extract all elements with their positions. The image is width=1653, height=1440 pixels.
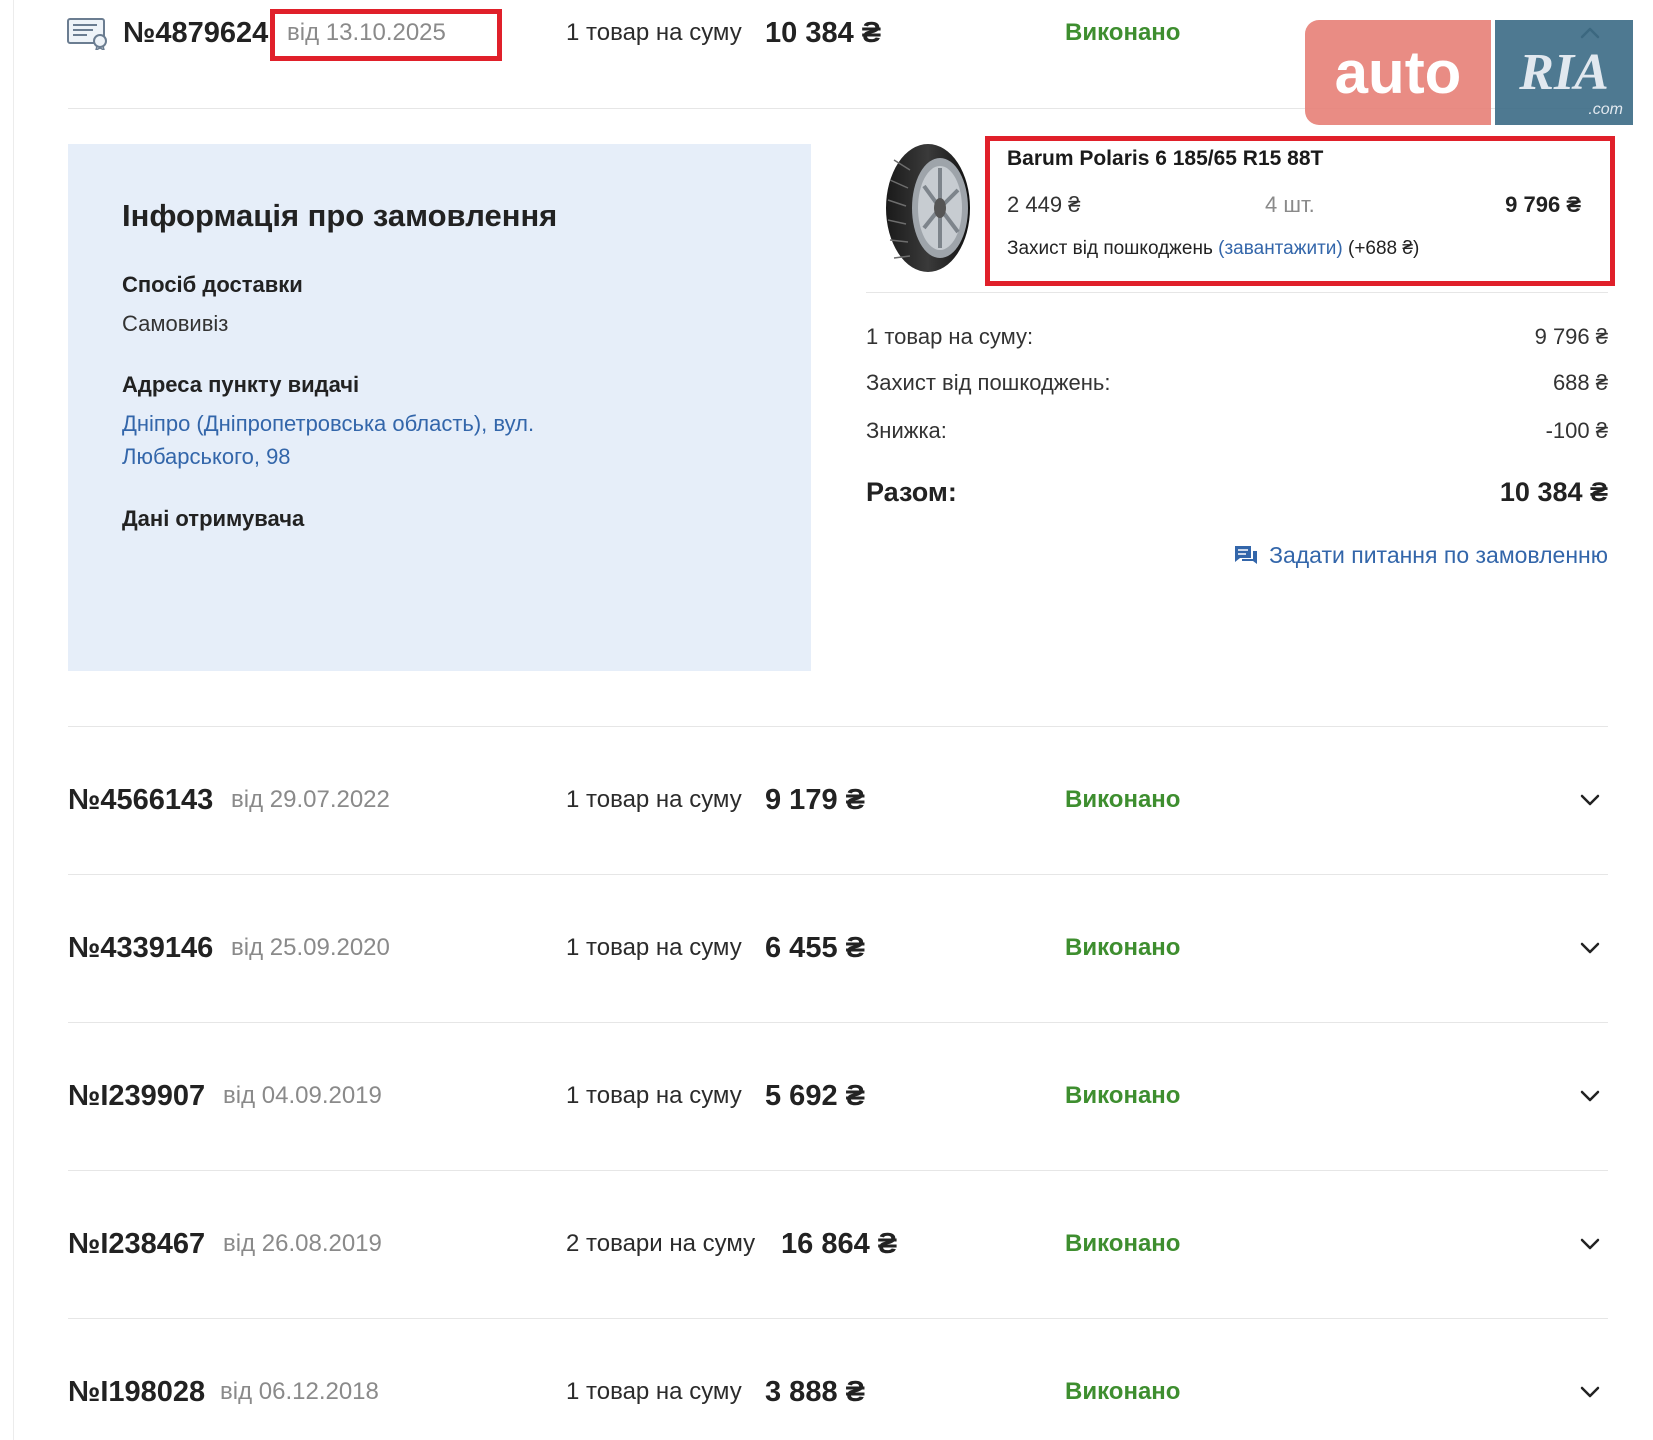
- order-sum: 5 692 ₴: [765, 1080, 865, 1112]
- date-highlight-box: [270, 9, 502, 61]
- order-date: від 26.08.2019: [223, 1230, 382, 1257]
- left-border: [13, 0, 14, 1440]
- divider: [68, 1170, 1608, 1171]
- order-count: 1 товар на суму: [566, 19, 742, 46]
- summary-protection-label: Захист від пошкоджень:: [866, 370, 1111, 395]
- order-date: від 25.09.2020: [231, 934, 390, 961]
- address-line-1: Дніпро (Дніпропетровська область), вул.: [122, 411, 535, 436]
- chevron-down-icon[interactable]: [1576, 786, 1604, 814]
- watermark-ria: RIA .com: [1495, 20, 1633, 125]
- order-sum: 10 384 ₴: [765, 17, 882, 49]
- chat-icon: [1235, 545, 1258, 564]
- order-sum: 6 455 ₴: [765, 932, 865, 964]
- order-status: Виконано: [1065, 786, 1181, 813]
- address-line-2: Любарського, 98: [122, 444, 291, 469]
- order-status: Виконано: [1065, 19, 1181, 46]
- order-sum: 3 888 ₴: [765, 1376, 865, 1408]
- order-status: Виконано: [1065, 1082, 1181, 1109]
- divider: [866, 292, 1608, 293]
- order-count: 1 товар на суму: [566, 1082, 742, 1109]
- order-number: №4879624: [123, 17, 269, 49]
- summary-items-value: 9 796 ₴: [1534, 324, 1608, 349]
- chevron-down-icon[interactable]: [1576, 1378, 1604, 1406]
- product-highlight-box: [985, 136, 1615, 286]
- order-number: №4339146: [68, 932, 214, 964]
- order-count: 2 товари на суму: [566, 1230, 756, 1257]
- order-date: від 04.09.2019: [223, 1082, 382, 1109]
- order-sum: 16 864 ₴: [781, 1228, 898, 1260]
- watermark-ria-text: RIA: [1519, 44, 1609, 101]
- chevron-down-icon[interactable]: [1576, 1230, 1604, 1258]
- order-row[interactable]: №I238467 від 26.08.2019 2 товари на суму…: [68, 1214, 1608, 1274]
- order-status: Виконано: [1065, 934, 1181, 961]
- address-label: Адреса пункту видачі: [122, 372, 360, 397]
- order-row[interactable]: №4566143 від 29.07.2022 1 товар на суму …: [68, 770, 1608, 830]
- order-status: Виконано: [1065, 1378, 1181, 1405]
- chevron-down-icon[interactable]: [1576, 1082, 1604, 1110]
- order-number: №I198028: [68, 1376, 206, 1408]
- summary-total-value: 10 384 ₴: [1499, 477, 1608, 507]
- summary-discount-label: Знижка:: [866, 418, 947, 443]
- order-count: 1 товар на суму: [566, 934, 742, 961]
- summary-total-label: Разом:: [866, 477, 957, 507]
- delivery-value: Самовивіз: [122, 311, 229, 336]
- divider: [68, 1318, 1608, 1319]
- chevron-down-icon[interactable]: [1576, 934, 1604, 962]
- order-date: від 29.07.2022: [231, 786, 390, 813]
- summary-discount-value: -100 ₴: [1545, 418, 1608, 443]
- order-count: 1 товар на суму: [566, 786, 742, 813]
- order-number: №I238467: [68, 1228, 206, 1260]
- order-number: №4566143: [68, 784, 214, 816]
- order-status: Виконано: [1065, 1230, 1181, 1257]
- divider: [68, 1022, 1608, 1023]
- order-count: 1 товар на суму: [566, 1378, 742, 1405]
- order-row[interactable]: №I198028 від 06.12.2018 1 товар на суму …: [68, 1362, 1608, 1422]
- watermark-auto: auto: [1305, 20, 1491, 125]
- order-info-title: Інформація про замовлення: [122, 198, 558, 233]
- divider: [68, 874, 1608, 875]
- summary-items-label: 1 товар на суму:: [866, 324, 1034, 349]
- ask-question-label: Задати питання по замовленню: [1269, 542, 1608, 568]
- order-date: від 06.12.2018: [220, 1378, 379, 1405]
- order-row[interactable]: №I239907 від 04.09.2019 1 товар на суму …: [68, 1066, 1608, 1126]
- order-info-panel: Інформація про замовлення Спосіб доставк…: [68, 144, 811, 671]
- order-row[interactable]: №4339146 від 25.09.2020 1 товар на суму …: [68, 918, 1608, 978]
- summary-protection-value: 688 ₴: [1552, 370, 1608, 395]
- tire-image[interactable]: [880, 140, 980, 276]
- delivery-label: Спосіб доставки: [122, 272, 303, 297]
- ask-question-link[interactable]: Задати питання по замовленню: [1233, 542, 1608, 569]
- address-link[interactable]: Дніпро (Дніпропетровська область), вул. …: [122, 407, 642, 473]
- order-sum: 9 179 ₴: [765, 784, 865, 816]
- order-number: №I239907: [68, 1080, 206, 1112]
- watermark-com: .com: [1588, 101, 1623, 118]
- divider: [68, 726, 1608, 727]
- recipient-label: Дані отримувача: [122, 506, 305, 531]
